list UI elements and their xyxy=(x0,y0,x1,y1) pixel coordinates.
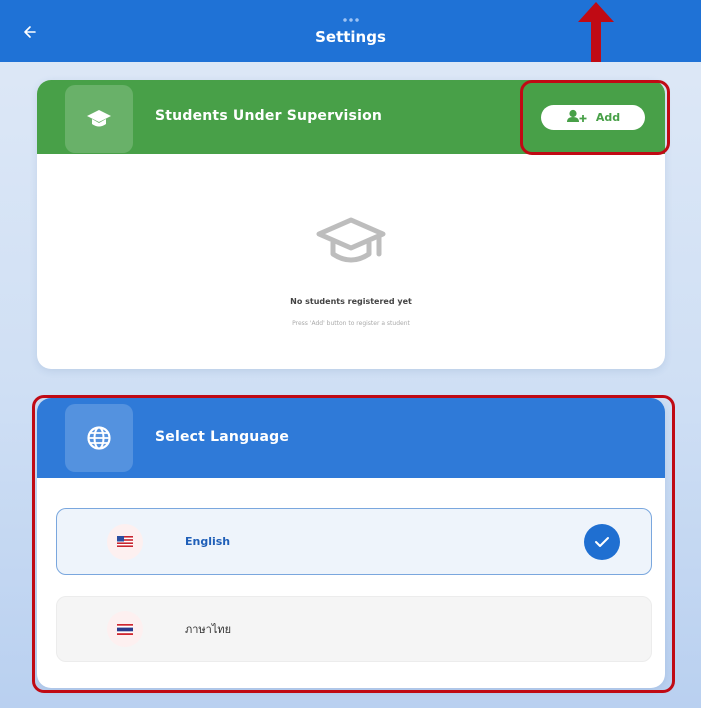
add-button-label: Add xyxy=(595,111,621,124)
students-card-header: Students Under Supervision Add xyxy=(37,80,665,154)
students-card: Students Under Supervision Add No studen… xyxy=(37,80,665,369)
language-card-header: Select Language xyxy=(37,398,665,478)
thai-flag-icon xyxy=(107,611,143,647)
us-flag-icon xyxy=(107,523,143,560)
language-label-thai: ภาษาไทย xyxy=(185,623,232,636)
language-options: English ภาษาไทย xyxy=(37,478,665,688)
language-card: Select Language English ภาษาไทย xyxy=(37,398,665,688)
language-option-thai[interactable]: ภาษาไทย xyxy=(56,596,652,662)
empty-state-subtitle: Press 'Add' button to register a student xyxy=(292,320,410,327)
check-icon xyxy=(584,523,620,560)
language-label-english: English xyxy=(185,535,231,548)
drag-handle xyxy=(342,18,360,22)
language-option-english[interactable]: English xyxy=(56,508,652,575)
globe-icon xyxy=(65,404,133,472)
add-student-button[interactable]: Add xyxy=(541,105,645,130)
students-empty-state: No students registered yet Press 'Add' b… xyxy=(37,154,665,369)
empty-state-title: No students registered yet xyxy=(290,297,412,306)
graduation-cap-outline-icon xyxy=(315,214,387,274)
add-user-icon xyxy=(566,108,588,127)
students-card-title: Students Under Supervision xyxy=(155,108,383,124)
language-card-title: Select Language xyxy=(155,429,290,445)
graduation-cap-icon xyxy=(65,85,133,153)
arrow-up-icon xyxy=(573,0,619,68)
